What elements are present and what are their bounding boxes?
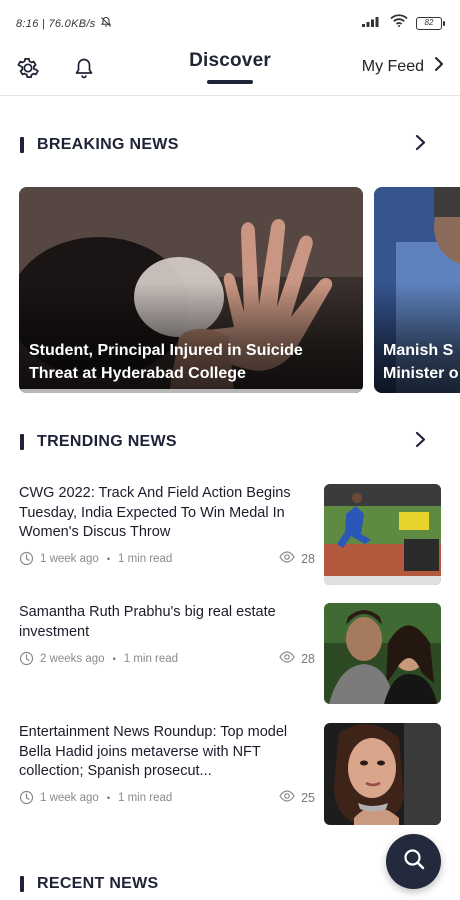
eye-icon [279, 551, 295, 566]
news-view-count: 25 [301, 790, 315, 805]
news-read-time: 1 min read [123, 652, 179, 665]
news-headline: CWG 2022: Track And Field Action Begins … [19, 485, 291, 540]
section-marker [20, 434, 24, 450]
search-icon [402, 847, 426, 876]
news-views: 25 [279, 790, 315, 805]
mute-bell-icon [100, 16, 112, 31]
chevron-right-icon [434, 56, 444, 77]
trending-list-item[interactable]: CWG 2022: Track And Field Action Begins … [19, 484, 441, 585]
status-bar: 8:16 | 76.0KB/s 82 [0, 0, 460, 44]
trending-news-header: TRENDING NEWS [20, 430, 430, 454]
active-tab-indicator [207, 80, 253, 84]
news-views: 28 [279, 651, 315, 666]
news-meta: 1 week ago • 1 min read 28 [19, 551, 315, 566]
card-headline-partial: Manish S Minister o [383, 339, 460, 385]
meta-separator: • [112, 653, 116, 664]
section-title: TRENDING NEWS [37, 433, 177, 450]
news-view-count: 28 [301, 651, 315, 666]
battery-icon: 82 [416, 16, 445, 30]
breaking-news-header: BREAKING NEWS [20, 133, 430, 157]
card-headline-line1: Manish S [383, 342, 454, 359]
news-headline: Entertainment News Roundup: Top model Be… [19, 724, 288, 779]
breaking-news-carousel[interactable]: Student, Principal Injured in Suicide Th… [19, 187, 460, 393]
meta-separator: • [106, 553, 110, 564]
section-marker [20, 876, 24, 892]
news-view-count: 28 [301, 551, 315, 566]
section-marker [20, 137, 24, 153]
news-read-time: 1 min read [117, 552, 173, 565]
breaking-news-more-button[interactable] [410, 134, 430, 156]
clock-icon [19, 651, 34, 666]
news-time: 1 week ago [40, 791, 99, 804]
card-headline-line2: Minister o [383, 365, 459, 382]
news-views: 28 [279, 551, 315, 566]
section-title: RECENT NEWS [37, 875, 159, 892]
news-thumbnail [324, 723, 441, 825]
news-headline: Samantha Ruth Prabhu's big real estate i… [19, 604, 276, 640]
news-meta: 2 weeks ago • 1 min read 28 [19, 651, 315, 666]
news-time: 1 week ago [40, 552, 99, 565]
status-left: 8:16 | 76.0KB/s [16, 16, 112, 31]
card-footer-strip [19, 389, 363, 393]
trending-list-item[interactable]: Samantha Ruth Prabhu's big real estate i… [19, 603, 441, 704]
news-meta: 1 week ago • 1 min read 25 [19, 790, 315, 805]
trending-news-more-button[interactable] [410, 431, 430, 453]
chevron-right-icon [415, 431, 426, 453]
status-time-speed: 8:16 | 76.0KB/s [16, 17, 96, 30]
wifi-icon [390, 14, 408, 32]
top-nav: Discover My Feed [0, 44, 460, 96]
news-thumbnail [324, 603, 441, 704]
recent-news-header: RECENT NEWS [20, 872, 430, 896]
eye-icon [279, 790, 295, 805]
section-title: BREAKING NEWS [37, 136, 179, 153]
my-feed-label: My Feed [361, 57, 424, 75]
eye-icon [279, 651, 295, 666]
status-right: 82 [362, 14, 445, 32]
news-thumbnail [324, 484, 441, 585]
breaking-news-card[interactable]: Manish S Minister o [374, 187, 460, 393]
signal-icon [362, 14, 382, 32]
search-button[interactable] [386, 834, 441, 889]
news-time: 2 weeks ago [40, 652, 105, 665]
news-read-time: 1 min read [117, 791, 173, 804]
trending-list-item[interactable]: Entertainment News Roundup: Top model Be… [19, 723, 441, 825]
meta-separator: • [106, 792, 110, 803]
clock-icon [19, 551, 34, 566]
my-feed-tab[interactable]: My Feed [362, 56, 444, 77]
chevron-right-icon [415, 134, 426, 156]
card-headline: Student, Principal Injured in Suicide Th… [29, 342, 303, 382]
clock-icon [19, 790, 34, 805]
breaking-news-card[interactable]: Student, Principal Injured in Suicide Th… [19, 187, 363, 393]
